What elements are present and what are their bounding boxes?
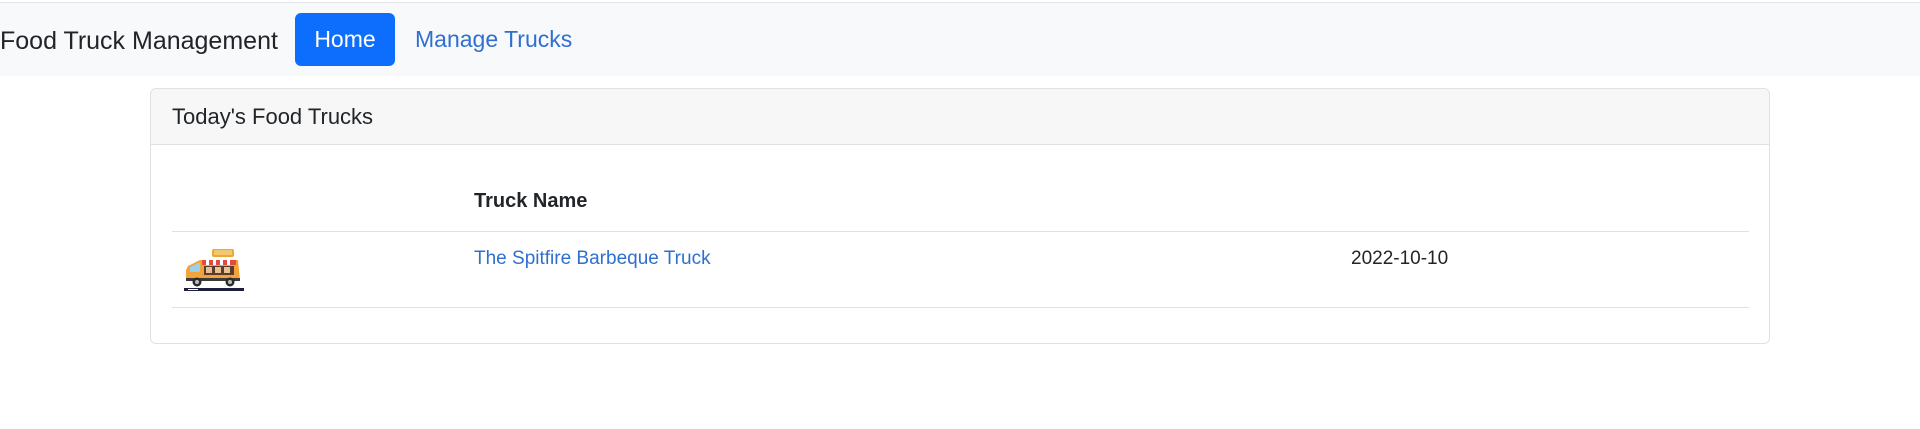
column-header-truck-name: Truck Name (474, 190, 588, 212)
food-truck-icon (182, 246, 246, 294)
trucks-table: Truck Name The Spitfire Barbeque Truck 2… (172, 186, 1749, 308)
brand-title[interactable]: Food Truck Management (0, 27, 278, 56)
todays-trucks-card: Today's Food Trucks Truck Name The Spitf… (150, 88, 1770, 344)
table-row: The Spitfire Barbeque Truck 2022-10-10 (172, 232, 1749, 308)
truck-date: 2022-10-10 (1351, 248, 1449, 269)
nav-manage-trucks-link[interactable]: Manage Trucks (415, 13, 572, 66)
nav-home-button[interactable]: Home (295, 13, 395, 66)
truck-name-link[interactable]: The Spitfire Barbeque Truck (474, 248, 711, 270)
table-header-row: Truck Name (172, 186, 1749, 232)
card-header: Today's Food Trucks (151, 89, 1769, 145)
navbar: Food Truck Management Home Manage Trucks (0, 2, 1920, 76)
